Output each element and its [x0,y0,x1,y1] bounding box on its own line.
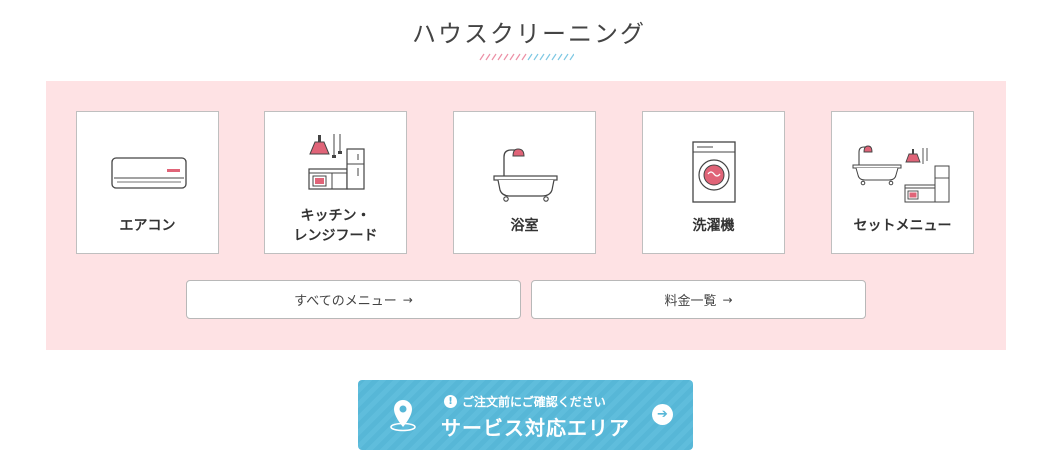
card-washing-machine[interactable]: 洗濯機 [642,111,785,254]
card-kitchen[interactable]: キッチン・ レンジフード [264,111,407,254]
section-title: ハウスクリーニング [412,20,646,48]
arrow-right-icon: → [402,292,413,307]
arrow-circle-icon: ➔ [652,404,673,425]
price-list-button[interactable]: 料金一覧 → [531,280,866,319]
cta-note: ! ご注文前にご確認ください [444,393,606,410]
card-label-line1: キッチン・ [300,208,371,224]
card-set-menu[interactable]: セットメニュー [831,111,974,254]
card-label: セットメニュー [853,218,952,234]
location-pin-icon [390,400,416,432]
price-list-label: 料金一覧 [664,294,717,309]
card-air-conditioner[interactable]: エアコン [76,111,219,254]
exclamation-icon: ! [444,395,457,408]
card-label-line2: レンジフード [293,228,378,244]
card-label: エアコン [119,218,176,234]
card-label: 洗濯機 [692,218,735,234]
all-menu-button[interactable]: すべてのメニュー → [186,280,521,319]
cta-note-text: ご注文前にご確認ください [462,395,606,409]
arrow-right-icon: → [722,292,733,307]
card-label: 浴室 [510,218,539,234]
title-decoration [479,53,574,61]
service-area-button[interactable]: ! ご注文前にご確認ください サービス対応エリア ➔ [358,380,693,450]
menu-panel: エアコン キッチン・ レンジフード 浴室 洗濯機 セットメニュー すべてのメニュ… [46,81,1006,350]
card-bathroom[interactable]: 浴室 [453,111,596,254]
cta-label: サービス対応エリア [441,416,630,440]
all-menu-label: すべてのメニュー [294,294,397,309]
